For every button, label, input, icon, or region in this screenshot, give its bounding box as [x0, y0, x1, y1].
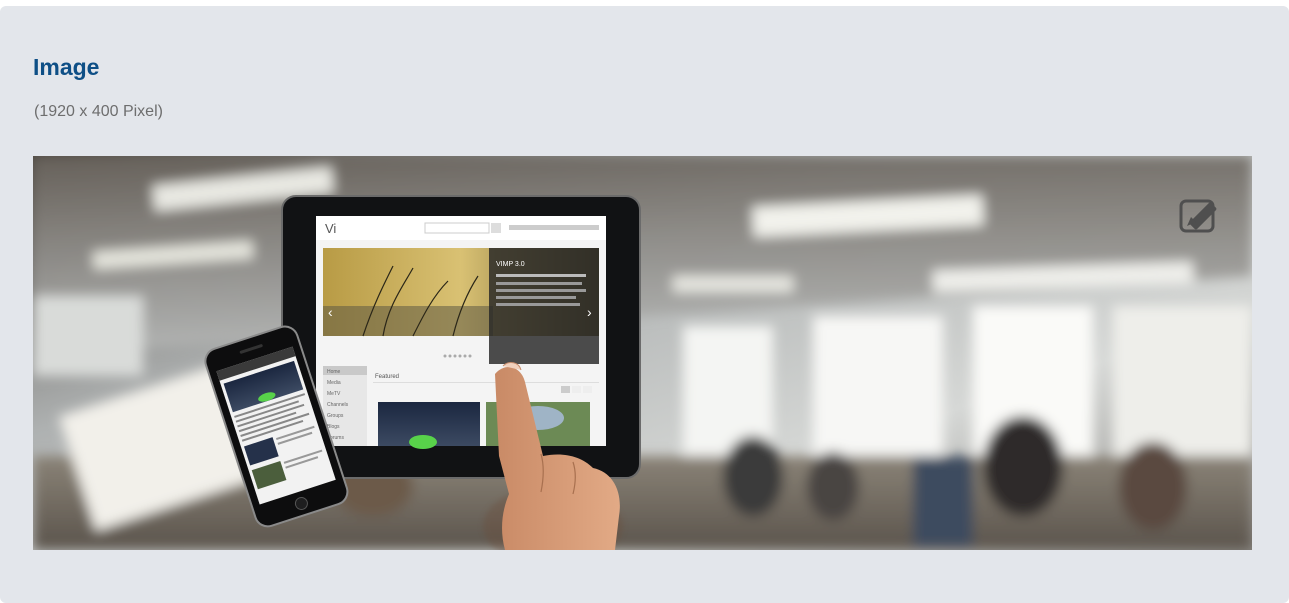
- edit-image-button[interactable]: [1177, 190, 1225, 238]
- image-settings-panel: Image (1920 x 400 Pixel) Vi VIMP 3.0 ‹ ›…: [0, 6, 1289, 603]
- sidebar-item: Channels: [327, 402, 349, 408]
- sidebar-item: Home: [327, 369, 341, 375]
- sidebar-item: Media: [327, 380, 341, 386]
- svg-text:Vi: Vi: [325, 221, 336, 236]
- edit-pencil-icon: [1179, 199, 1217, 233]
- featured-label: Featured: [375, 374, 399, 380]
- banner-image[interactable]: Vi VIMP 3.0 ‹ › Home Media MeTV Channels…: [33, 156, 1252, 550]
- slide-title: VIMP 3.0: [496, 261, 525, 268]
- svg-text:‹: ‹: [328, 304, 333, 320]
- section-title: Image: [33, 54, 100, 80]
- svg-text:›: ›: [587, 304, 592, 320]
- sidebar-item: Groups: [327, 413, 344, 419]
- banner-illustration: Vi VIMP 3.0 ‹ › Home Media MeTV Channels…: [33, 156, 1252, 550]
- tablet-device: Vi VIMP 3.0 ‹ › Home Media MeTV Channels…: [281, 195, 641, 479]
- image-dimensions-hint: (1920 x 400 Pixel): [34, 103, 163, 120]
- sidebar-item: Blogs: [327, 424, 340, 430]
- sidebar-item: MeTV: [327, 391, 341, 397]
